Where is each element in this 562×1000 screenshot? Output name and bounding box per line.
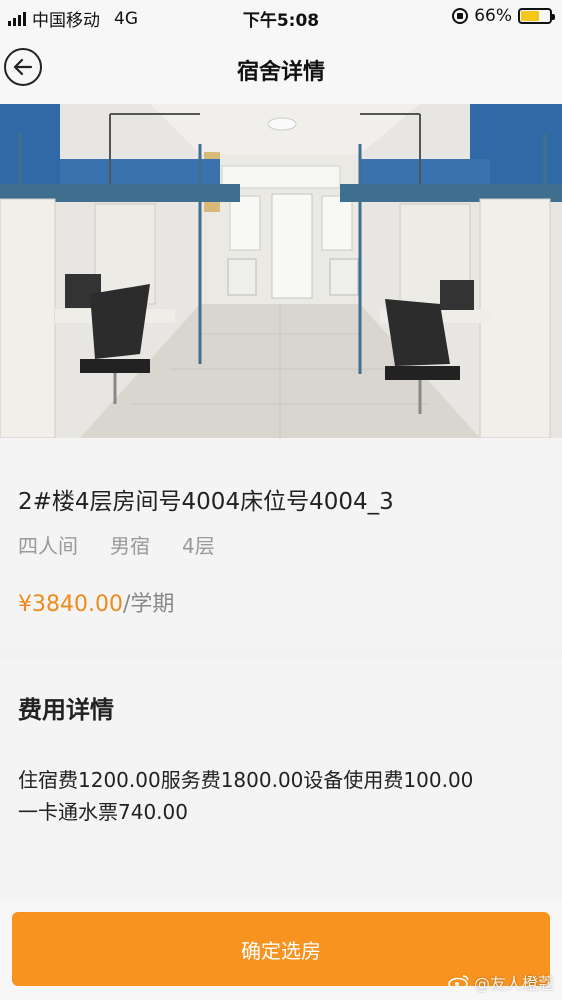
watermark: @友人橙蔻 xyxy=(448,970,554,994)
room-tags: 四人间 男宿 4层 xyxy=(18,530,215,559)
room-photo xyxy=(0,104,562,438)
tag-room-type: 四人间 xyxy=(18,534,78,558)
price-row: ¥3840.00/学期 xyxy=(18,586,174,618)
battery-icon xyxy=(518,8,555,24)
weibo-icon xyxy=(448,975,469,990)
status-right: 66% xyxy=(452,6,555,26)
bottom-action-bar: 确定选房 @友人橙蔻 xyxy=(0,900,562,1000)
nav-bar: 宿舍详情 xyxy=(0,32,562,104)
room-info-card: 2#楼4层房间号4004床位号4004_3 四人间 男宿 4层 ¥3840.00… xyxy=(0,438,562,648)
price-unit: /学期 xyxy=(122,592,175,617)
status-bar: 中国移动 4G 下午5:08 66% xyxy=(0,0,562,32)
tag-floor: 4层 xyxy=(182,534,215,558)
orientation-lock-icon xyxy=(452,8,469,24)
room-title: 2#楼4层房间号4004床位号4004_3 xyxy=(18,489,394,515)
fee-details-section: 费用详情 住宿费1200.00服务费1800.00设备使用费100.00 一卡通… xyxy=(0,660,562,900)
fee-line-2: 一卡通水票740.00 xyxy=(18,800,188,824)
fee-breakdown: 住宿费1200.00服务费1800.00设备使用费100.00 一卡通水票740… xyxy=(18,764,548,828)
battery-percent: 66% xyxy=(474,6,512,26)
fee-section-title: 费用详情 xyxy=(18,696,114,724)
watermark-text: @友人橙蔻 xyxy=(473,974,554,993)
page-title: 宿舍详情 xyxy=(236,60,325,85)
fee-line-1: 住宿费1200.00服务费1800.00设备使用费100.00 xyxy=(18,768,474,792)
tag-gender: 男宿 xyxy=(110,534,150,558)
battery-level-fill xyxy=(521,11,540,21)
price-value: ¥3840.00 xyxy=(18,592,123,617)
dorm-room-image xyxy=(0,104,562,438)
